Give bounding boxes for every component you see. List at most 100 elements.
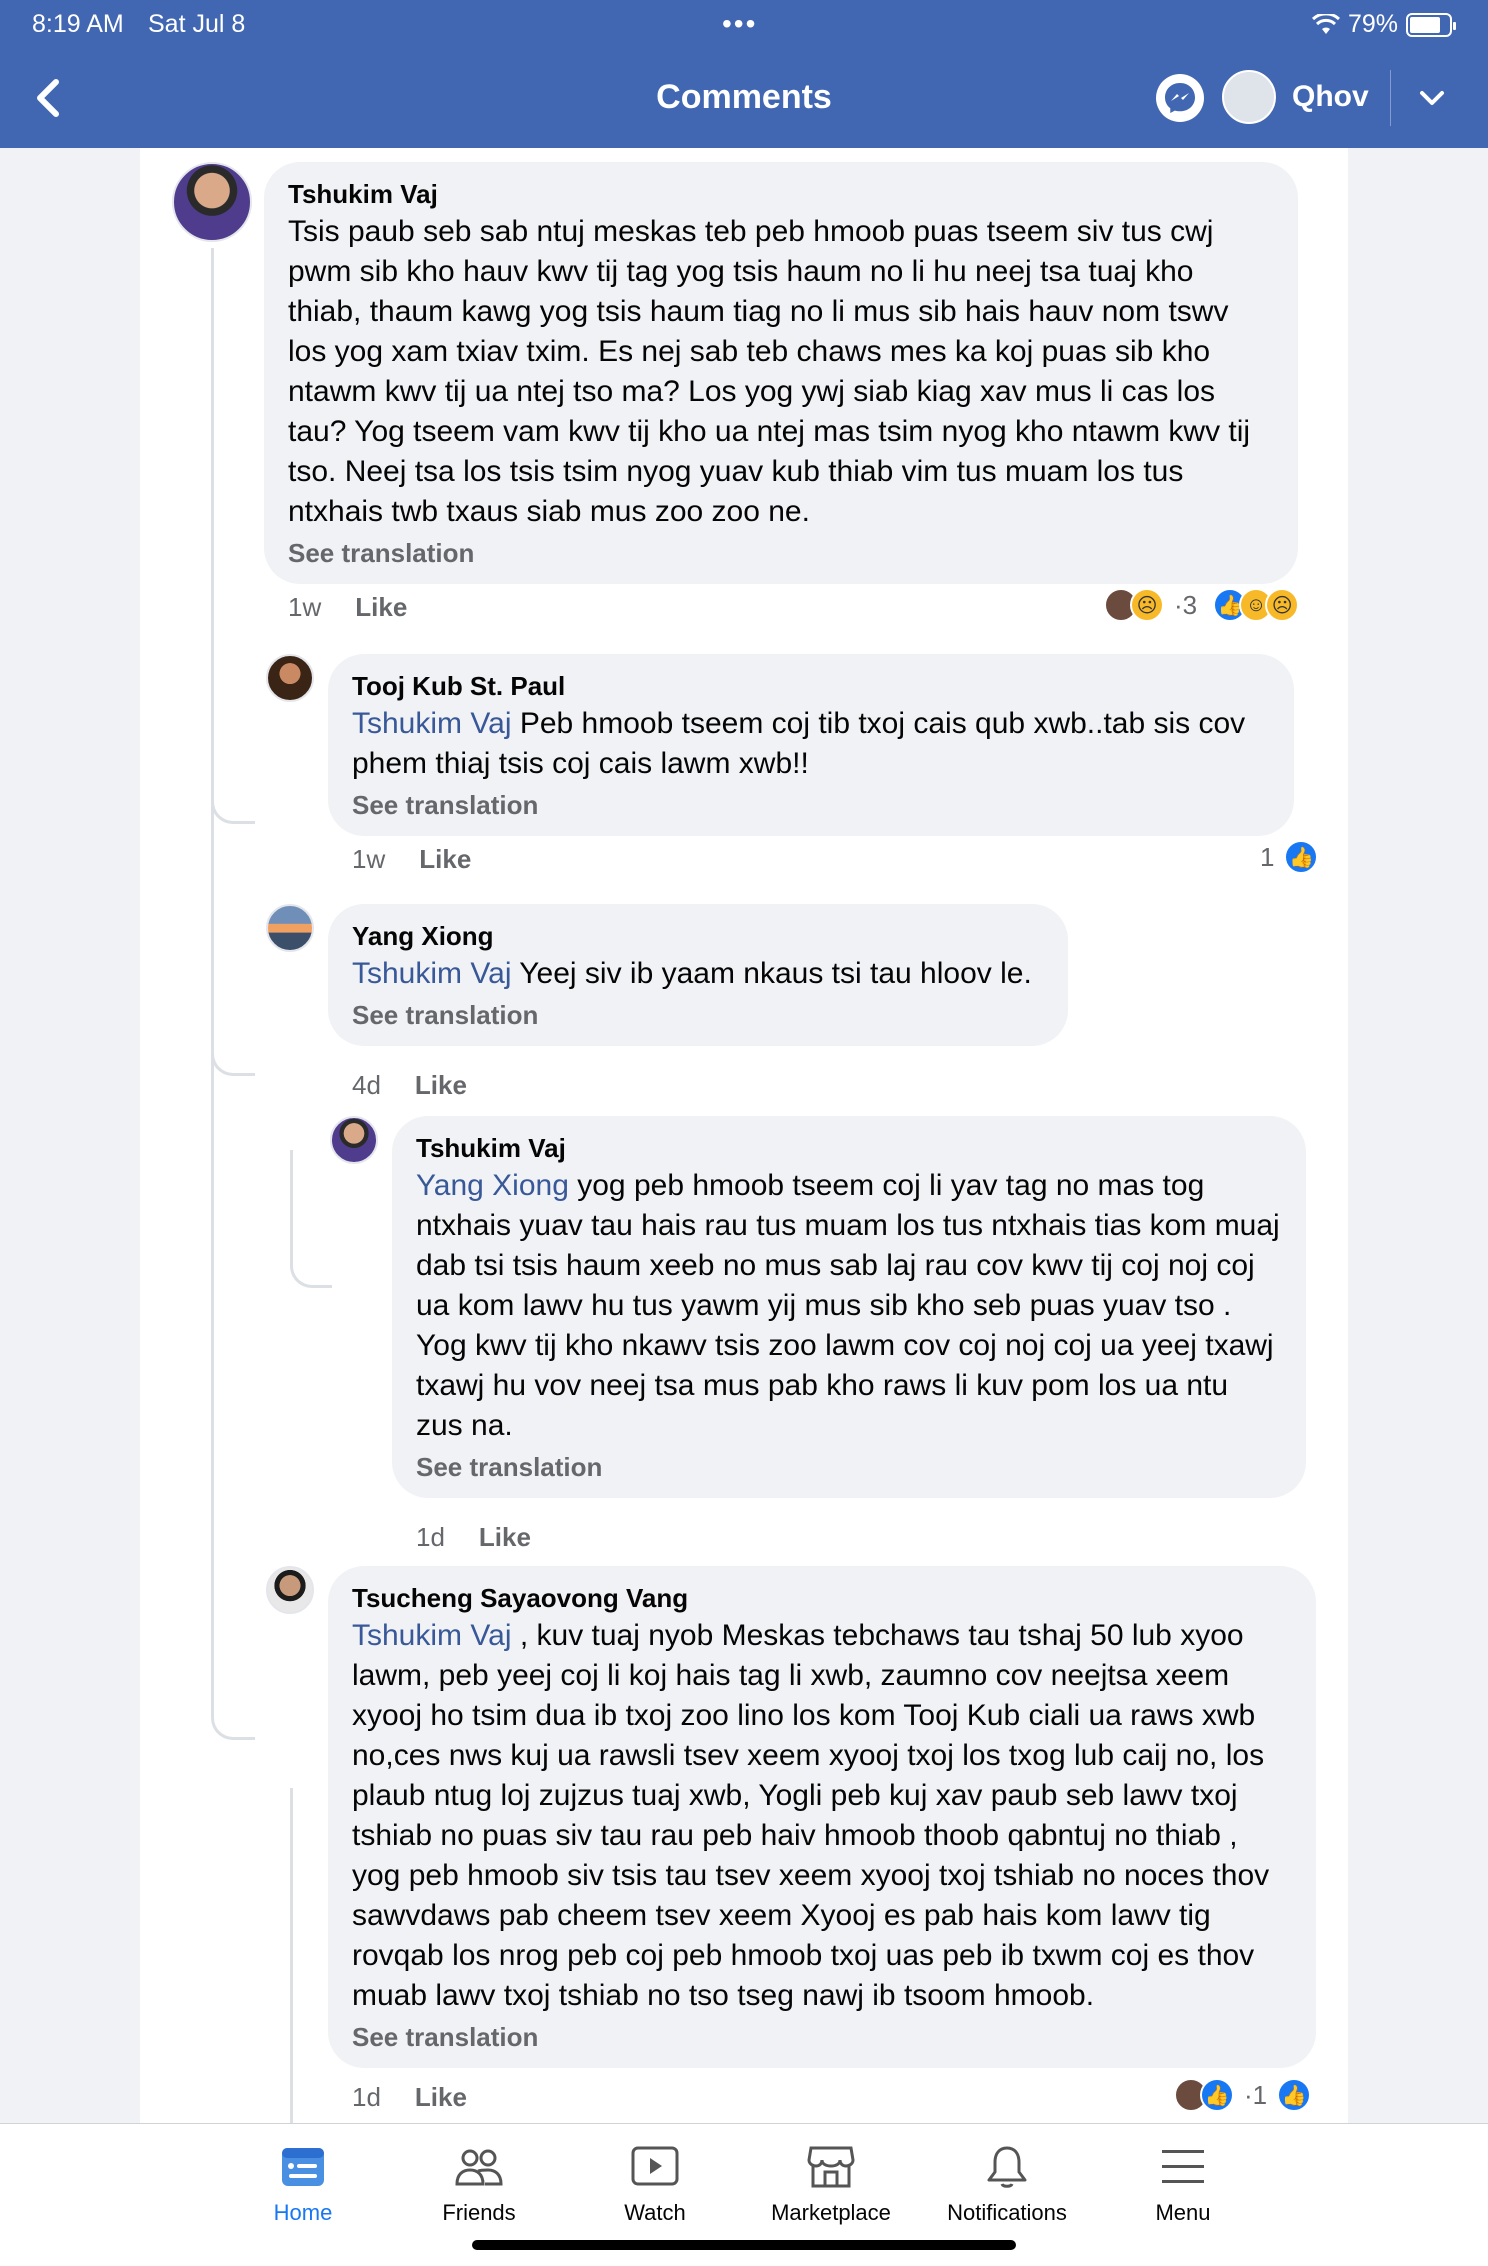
tab-label: Menu xyxy=(1155,2200,1211,2225)
friends-icon xyxy=(455,2149,503,2186)
avatar[interactable] xyxy=(330,1116,378,1164)
comment-meta: 1w Like xyxy=(352,844,471,875)
comment-time[interactable]: 1d xyxy=(416,1522,445,1553)
see-translation-link[interactable]: See translation xyxy=(288,536,1274,570)
see-translation-link[interactable]: See translation xyxy=(352,788,1270,822)
like-reaction-icon: 👍 xyxy=(1277,2078,1312,2112)
comment-time[interactable]: 1d xyxy=(352,2082,381,2113)
comment-time[interactable]: 1w xyxy=(288,592,321,623)
like-button[interactable]: Like xyxy=(415,1070,467,1101)
comment-meta: 1d Like xyxy=(416,1522,531,1553)
avatar[interactable] xyxy=(172,162,252,242)
mention-link[interactable]: Tshukim Vaj xyxy=(352,707,512,740)
reaction-separator: · xyxy=(1174,589,1183,620)
comment-meta: 4d Like xyxy=(352,1070,467,1101)
tab-home[interactable]: Home xyxy=(215,2144,391,2226)
see-translation-link[interactable]: See translation xyxy=(416,1450,1282,1484)
chevron-down-icon[interactable] xyxy=(1416,82,1448,114)
comment-text: Tshukim Vaj Peb hmoob tseem coj tib txoj… xyxy=(352,704,1270,784)
tab-marketplace[interactable]: Marketplace xyxy=(743,2144,919,2226)
comment-text: Tshukim Vaj , kuv tuaj nyob Meskas tebch… xyxy=(352,1616,1292,2016)
thread-connector xyxy=(211,1628,255,1740)
messenger-button[interactable] xyxy=(1156,74,1204,122)
comments-panel[interactable]: Tshukim Vaj Tsis paub seb sab ntuj meska… xyxy=(140,148,1348,2123)
top-bar: 8:19 AM Sat Jul 8 ••• 79% Comments Qhov xyxy=(0,0,1488,148)
thread-connector xyxy=(290,1220,332,1288)
reaction-count: 1 xyxy=(1252,2079,1268,2110)
marketplace-icon xyxy=(807,2146,855,2188)
multitask-dots[interactable]: ••• xyxy=(722,8,757,40)
tab-watch[interactable]: Watch xyxy=(567,2144,743,2226)
like-button[interactable]: Like xyxy=(479,1522,531,1553)
tab-friends[interactable]: Friends xyxy=(391,2144,567,2226)
comment-author[interactable]: Yang Xiong xyxy=(352,918,1044,954)
see-translation-link[interactable]: See translation xyxy=(352,998,1044,1032)
mention-link[interactable]: Tshukim Vaj xyxy=(352,957,512,990)
tab-notifications[interactable]: Notifications xyxy=(919,2144,1095,2226)
avatar[interactable] xyxy=(266,1566,314,1614)
mention-link[interactable]: Yang Xiong xyxy=(416,1169,569,1202)
reaction-count: 1 xyxy=(1260,841,1275,872)
status-time: 8:19 AM xyxy=(32,10,124,38)
back-arrow-icon[interactable] xyxy=(30,78,66,118)
reaction-summary[interactable]: 👍 · 1 👍 xyxy=(1174,2078,1312,2112)
mention-link[interactable]: Tshukim Vaj xyxy=(352,1619,512,1652)
comment-text: Tsis paub seb sab ntuj meskas teb peb hm… xyxy=(288,215,1251,528)
thread-connector xyxy=(211,768,255,824)
comment-meta: 1d Like xyxy=(352,2082,467,2113)
comment-body: yog peb hmoob tseem coj li yav tag no ma… xyxy=(416,1169,1280,1442)
comment-author[interactable]: Tooj Kub St. Paul xyxy=(352,668,1270,704)
sad-reaction-icon: ☹ xyxy=(1265,588,1300,622)
reaction-summary[interactable]: 1 👍 xyxy=(1260,840,1319,874)
wifi-icon xyxy=(1311,13,1340,34)
comment-bubble[interactable]: Tsucheng Sayaovong Vang Tshukim Vaj , ku… xyxy=(328,1566,1316,2068)
comment-author[interactable]: Tshukim Vaj xyxy=(288,176,1274,212)
see-translation-link[interactable]: See translation xyxy=(352,2020,1292,2054)
like-reaction-icon: 👍 xyxy=(1200,2078,1234,2112)
comment-text: Yang Xiong yog peb hmoob tseem coj li ya… xyxy=(416,1166,1282,1446)
comment-author[interactable]: Tshukim Vaj xyxy=(416,1130,1282,1166)
comment-bubble[interactable]: Yang Xiong Tshukim Vaj Yeej siv ib yaam … xyxy=(328,904,1068,1046)
comment-bubble[interactable]: Tooj Kub St. Paul Tshukim Vaj Peb hmoob … xyxy=(328,654,1294,836)
tab-label: Friends xyxy=(442,2200,516,2225)
comment-bubble[interactable]: Tshukim Vaj Yang Xiong yog peb hmoob tse… xyxy=(392,1116,1306,1498)
comment-time[interactable]: 4d xyxy=(352,1070,381,1101)
status-date: Sat Jul 8 xyxy=(148,10,246,38)
comment-text: Tshukim Vaj Yeej siv ib yaam nkaus tsi t… xyxy=(352,954,1044,994)
comment-body: Yeej siv ib yaam nkaus tsi tau hloov le. xyxy=(511,957,1032,990)
reaction-summary[interactable]: ☹ · 3 👍 ☺ ☹ xyxy=(1104,588,1300,622)
comment-author[interactable]: Tsucheng Sayaovong Vang xyxy=(352,1580,1292,1616)
battery-icon xyxy=(1406,12,1456,37)
messenger-icon xyxy=(1165,83,1195,113)
tab-label: Watch xyxy=(624,2200,686,2225)
watch-icon xyxy=(631,2146,679,2186)
comment-bubble[interactable]: Tshukim Vaj Tsis paub seb sab ntuj meska… xyxy=(264,162,1298,584)
divider xyxy=(1390,70,1391,126)
tab-label: Marketplace xyxy=(771,2200,891,2225)
avatar xyxy=(1222,70,1276,124)
profile-button[interactable]: Qhov xyxy=(1222,70,1369,124)
avatar[interactable] xyxy=(266,904,314,952)
profile-name: Qhov xyxy=(1292,80,1369,113)
like-button[interactable]: Like xyxy=(419,844,471,875)
thread-line xyxy=(290,1788,293,2123)
status-indicators: 79% xyxy=(1311,10,1456,39)
home-indicator[interactable] xyxy=(472,2240,1016,2250)
comment-time[interactable]: 1w xyxy=(352,844,385,875)
comment-meta: 1w Like xyxy=(288,592,407,623)
like-button[interactable]: Like xyxy=(355,592,407,623)
tab-menu[interactable]: Menu xyxy=(1095,2144,1271,2226)
reaction-count: 3 xyxy=(1182,589,1198,620)
thread-connector xyxy=(211,998,255,1076)
menu-icon xyxy=(1162,2150,1204,2183)
bell-icon xyxy=(987,2146,1027,2188)
tab-label: Notifications xyxy=(947,2200,1067,2225)
avatar[interactable] xyxy=(266,654,314,702)
reaction-separator: · xyxy=(1244,2079,1253,2110)
like-button[interactable]: Like xyxy=(415,2082,467,2113)
like-reaction-icon: 👍 xyxy=(1284,840,1319,874)
battery-percent: 79% xyxy=(1347,10,1398,38)
tab-label: Home xyxy=(273,2200,333,2225)
thread-line xyxy=(211,248,214,1668)
comment-body: , kuv tuaj nyob Meskas tebchaws tau tsha… xyxy=(352,1619,1270,2012)
